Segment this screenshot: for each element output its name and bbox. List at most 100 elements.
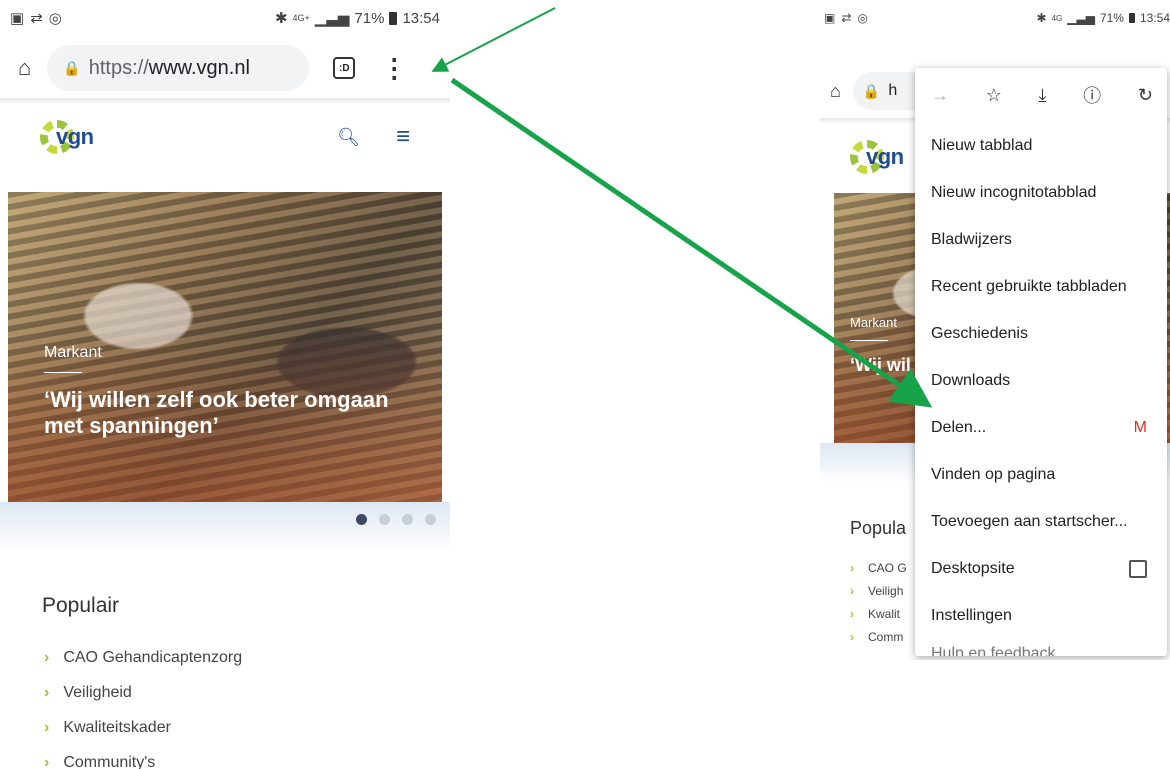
- logo-text: vgn: [56, 124, 94, 149]
- popular-link-label: Veiligh: [868, 583, 904, 598]
- download-icon[interactable]: ⤓: [1039, 85, 1047, 106]
- vgn-logo[interactable]: vgn: [40, 120, 94, 154]
- forward-icon[interactable]: →: [931, 85, 949, 106]
- retweet-icon: ⇄: [841, 11, 852, 25]
- info-icon[interactable]: ⓘ: [1083, 82, 1101, 108]
- notification-icons: ▣ ⇄ ◎: [824, 11, 868, 25]
- menu-item-label: Nieuw incognitotabblad: [931, 183, 1097, 201]
- popular-link-label: Comm: [868, 629, 904, 644]
- popular-list: › CAO Gehandicaptenzorg › Veiligheid › Kwalit…: [44, 640, 242, 769]
- menu-item-label: Vinden op pagina: [931, 465, 1056, 483]
- menu-item-label: Delen...: [931, 418, 987, 436]
- signal-icon: ▁▃▅: [314, 10, 350, 27]
- logo-text: vgn: [866, 144, 904, 169]
- hamburger-menu-icon[interactable]: ≡: [396, 125, 410, 149]
- popular-link[interactable]: › Comm: [850, 625, 907, 648]
- battery-percent: 71%: [354, 9, 385, 27]
- bluetooth-icon: ✱: [274, 10, 288, 27]
- instagram-icon: ◎: [857, 11, 868, 25]
- status-bar: ▣ ⇄ ◎ ✱ 4G ▁▃▅ 71% 13:54: [820, 0, 1170, 36]
- vgn-logo[interactable]: vgn: [850, 140, 904, 174]
- gallery-icon: ▣: [10, 10, 25, 27]
- hero-title[interactable]: ‘Wij willen zelf ook beter omgaan met sp…: [44, 387, 404, 440]
- home-icon[interactable]: ⌂: [830, 81, 841, 102]
- clock: 13:54: [1139, 11, 1170, 25]
- carousel-dot[interactable]: [379, 514, 390, 525]
- menu-item-delen[interactable]: Delen... M: [915, 404, 1167, 451]
- menu-item-recent-gebruikte-tabbladen[interactable]: Recent gebruikte tabbladen: [915, 263, 1167, 310]
- menu-item-vinden-op-pagina[interactable]: Vinden op pagina: [915, 451, 1167, 498]
- popular-link[interactable]: › Veiligh: [850, 579, 907, 602]
- gallery-icon: ▣: [824, 11, 836, 25]
- menu-item-label: Recent gebruikte tabbladen: [931, 277, 1127, 295]
- browser-overflow-menu: → ☆ ⤓ ⓘ ↻ Nieuw tabblad Nieuw incognitota…: [915, 68, 1167, 656]
- popular-link[interactable]: › Veiligheid: [44, 675, 242, 710]
- menu-item-label: Desktopsite: [931, 559, 1015, 577]
- url-partial: h: [888, 82, 898, 99]
- tab-switcher-button[interactable]: :D: [333, 57, 356, 79]
- popular-list: › CAO G › Veiligh › Kwalit › Comm: [850, 556, 907, 648]
- chevron-right-icon: ›: [44, 683, 50, 701]
- popular-heading: Populair: [42, 594, 120, 617]
- home-icon[interactable]: ⌂: [18, 55, 31, 81]
- reload-icon[interactable]: ↻: [1138, 85, 1153, 106]
- url-scheme: https://: [88, 56, 149, 79]
- toolbar-shadow: [0, 98, 450, 104]
- carousel-dot[interactable]: [402, 514, 413, 525]
- menu-item-label: Nieuw tabblad: [931, 136, 1033, 154]
- carousel-dot[interactable]: [356, 514, 367, 525]
- address-bar[interactable]: 🔒 https://www.vgn.nl: [47, 45, 310, 91]
- network-type: 4G+: [292, 13, 310, 23]
- menu-item-toevoegen-aan-startscher[interactable]: Toevoegen aan startscher...: [915, 498, 1167, 545]
- menu-items: Nieuw tabblad Nieuw incognitotabblad Bladw…: [915, 122, 1167, 656]
- menu-item-hulp-en-feedback[interactable]: Hulp en feedback: [915, 639, 1167, 656]
- menu-item-downloads[interactable]: Downloads: [915, 357, 1167, 404]
- right-phone-screen: ▣ ⇄ ◎ ✱ 4G ▁▃▅ 71% 13:54 ⌂ 🔒 h vgn Marka…: [820, 0, 1170, 660]
- hero-fade: [0, 502, 450, 550]
- popular-link-label: Community's: [63, 753, 156, 769]
- status-bar: ▣ ⇄ ◎ ✱ 4G+ ▁▃▅ 71% 13:54: [0, 0, 450, 36]
- desktop-site-checkbox[interactable]: [1129, 559, 1147, 578]
- site-header: vgn 🔍︎ ≡: [0, 112, 450, 162]
- carousel-dot[interactable]: [425, 514, 436, 525]
- menu-item-label: Bladwijzers: [931, 230, 1012, 248]
- menu-item-label: Toevoegen aan startscher...: [931, 512, 1128, 530]
- menu-item-label: Downloads: [931, 371, 1011, 389]
- chevron-right-icon: ›: [850, 560, 854, 575]
- menu-item-instellingen[interactable]: Instellingen: [915, 592, 1167, 639]
- popular-link[interactable]: › CAO Gehandicaptenzorg: [44, 640, 242, 675]
- chevron-right-icon: ›: [44, 753, 50, 769]
- popular-link[interactable]: › Kwalit: [850, 602, 907, 625]
- search-icon[interactable]: 🔍︎: [337, 127, 360, 148]
- menu-item-desktopsite[interactable]: Desktopsite: [915, 545, 1167, 592]
- popular-link[interactable]: › CAO G: [850, 556, 907, 579]
- clock: 13:54: [402, 9, 440, 27]
- menu-item-nieuw-incognitotabblad[interactable]: Nieuw incognitotabblad: [915, 169, 1167, 216]
- hero-label: Markant: [44, 344, 102, 361]
- carousel-dots: [356, 514, 436, 525]
- instagram-icon: ◎: [48, 10, 62, 27]
- popular-link-label: CAO Gehandicaptenzorg: [63, 648, 243, 666]
- star-icon[interactable]: ☆: [986, 85, 1002, 106]
- overflow-menu-icon[interactable]: ⋮: [381, 55, 407, 81]
- menu-item-bladwijzers[interactable]: Bladwijzers: [915, 216, 1167, 263]
- gmail-icon[interactable]: M: [1134, 419, 1147, 437]
- chevron-right-icon: ›: [44, 718, 50, 736]
- notification-icons: ▣ ⇄ ◎: [10, 9, 62, 27]
- popular-link-label: Kwaliteitskader: [63, 718, 171, 736]
- menu-item-geschiedenis[interactable]: Geschiedenis: [915, 310, 1167, 357]
- signal-icon: ▁▃▅: [1067, 11, 1095, 25]
- bluetooth-icon: ✱: [1036, 11, 1047, 25]
- popular-link[interactable]: › Kwaliteitskader: [44, 710, 242, 745]
- chevron-right-icon: ›: [850, 606, 854, 621]
- popular-link[interactable]: › Community's: [44, 745, 242, 769]
- hero-divider: [850, 340, 888, 341]
- menu-item-nieuw-tabblad[interactable]: Nieuw tabblad: [915, 122, 1167, 169]
- menu-item-label: Geschiedenis: [931, 324, 1028, 342]
- popular-link-label: Kwalit: [868, 606, 901, 621]
- annotation-arrow-menu: [431, 7, 556, 72]
- retweet-icon: ⇄: [30, 10, 43, 27]
- hero-carousel-slide[interactable]: Markant ‘Wij willen zelf ook beter omgaa…: [8, 192, 442, 502]
- chevron-right-icon: ›: [44, 648, 50, 666]
- browser-toolbar: ⌂ 🔒 https://www.vgn.nl :D ⋮: [0, 40, 450, 96]
